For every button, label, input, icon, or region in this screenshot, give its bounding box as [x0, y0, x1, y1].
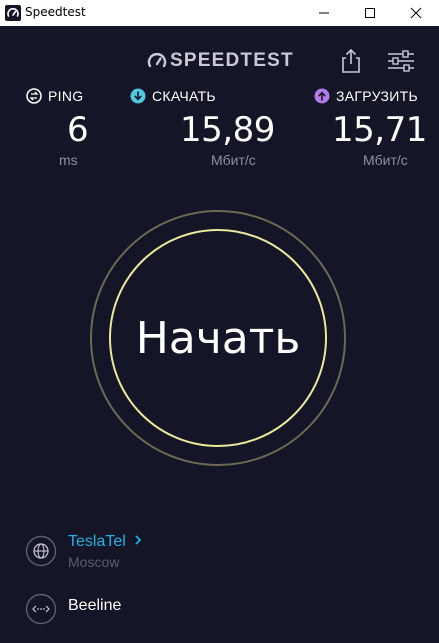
isp-info: Beeline — [25, 591, 325, 627]
close-icon — [410, 7, 422, 19]
download-icon — [130, 88, 146, 104]
upload-icon — [314, 88, 330, 104]
upload-label: ЗАГРУЗИТЬ — [336, 88, 418, 104]
window-title: Speedtest — [25, 5, 86, 19]
isp-name: Beeline — [68, 597, 122, 614]
globe-icon — [25, 535, 57, 567]
server-location: Moscow — [68, 554, 120, 570]
gauge-logo-icon — [147, 53, 167, 68]
share-icon[interactable] — [340, 48, 362, 74]
ping-icon — [26, 88, 42, 104]
minimize-button[interactable] — [301, 0, 347, 26]
start-test-label: Начать — [135, 312, 301, 364]
server-selector[interactable]: TeslaTel Moscow — [25, 533, 325, 577]
ping-value: 6 — [67, 110, 89, 150]
maximize-icon — [365, 8, 375, 18]
server-name-text: TeslaTel — [68, 533, 126, 550]
download-unit: Мбит/с — [211, 152, 256, 168]
connection-icon — [25, 593, 57, 625]
maximize-button[interactable] — [347, 0, 393, 26]
settings-sliders-icon[interactable] — [387, 50, 415, 72]
minimize-icon — [319, 12, 329, 14]
speedtest-app-icon — [5, 5, 21, 21]
chevron-right-icon — [135, 535, 142, 545]
ping-unit: ms — [59, 152, 78, 168]
ping-label: PING — [48, 88, 84, 104]
server-name[interactable]: TeslaTel — [68, 533, 143, 551]
ping-metric: PING — [26, 85, 83, 107]
start-test-button[interactable]: Начать — [111, 231, 325, 445]
download-metric: СКАЧАТЬ — [130, 85, 216, 107]
title-bar: Speedtest — [0, 0, 439, 26]
main-panel: SPEEDTEST PING 6 ms СКАЧАТЬ 15,89 Мбит/с… — [0, 26, 439, 643]
download-label: СКАЧАТЬ — [152, 88, 216, 104]
upload-value: 15,71 — [332, 110, 427, 150]
download-value: 15,89 — [180, 110, 275, 150]
speedtest-logo: SPEEDTEST — [147, 50, 294, 72]
upload-metric: ЗАГРУЗИТЬ — [314, 85, 418, 107]
upload-unit: Мбит/с — [363, 152, 408, 168]
logo-text: SPEEDTEST — [170, 50, 294, 71]
close-button[interactable] — [393, 0, 439, 26]
start-test-area: Начать — [89, 209, 347, 467]
speedtest-window: Speedtest SPEEDTEST PING 6 ms СКАЧАТЬ 15… — [0, 0, 439, 643]
